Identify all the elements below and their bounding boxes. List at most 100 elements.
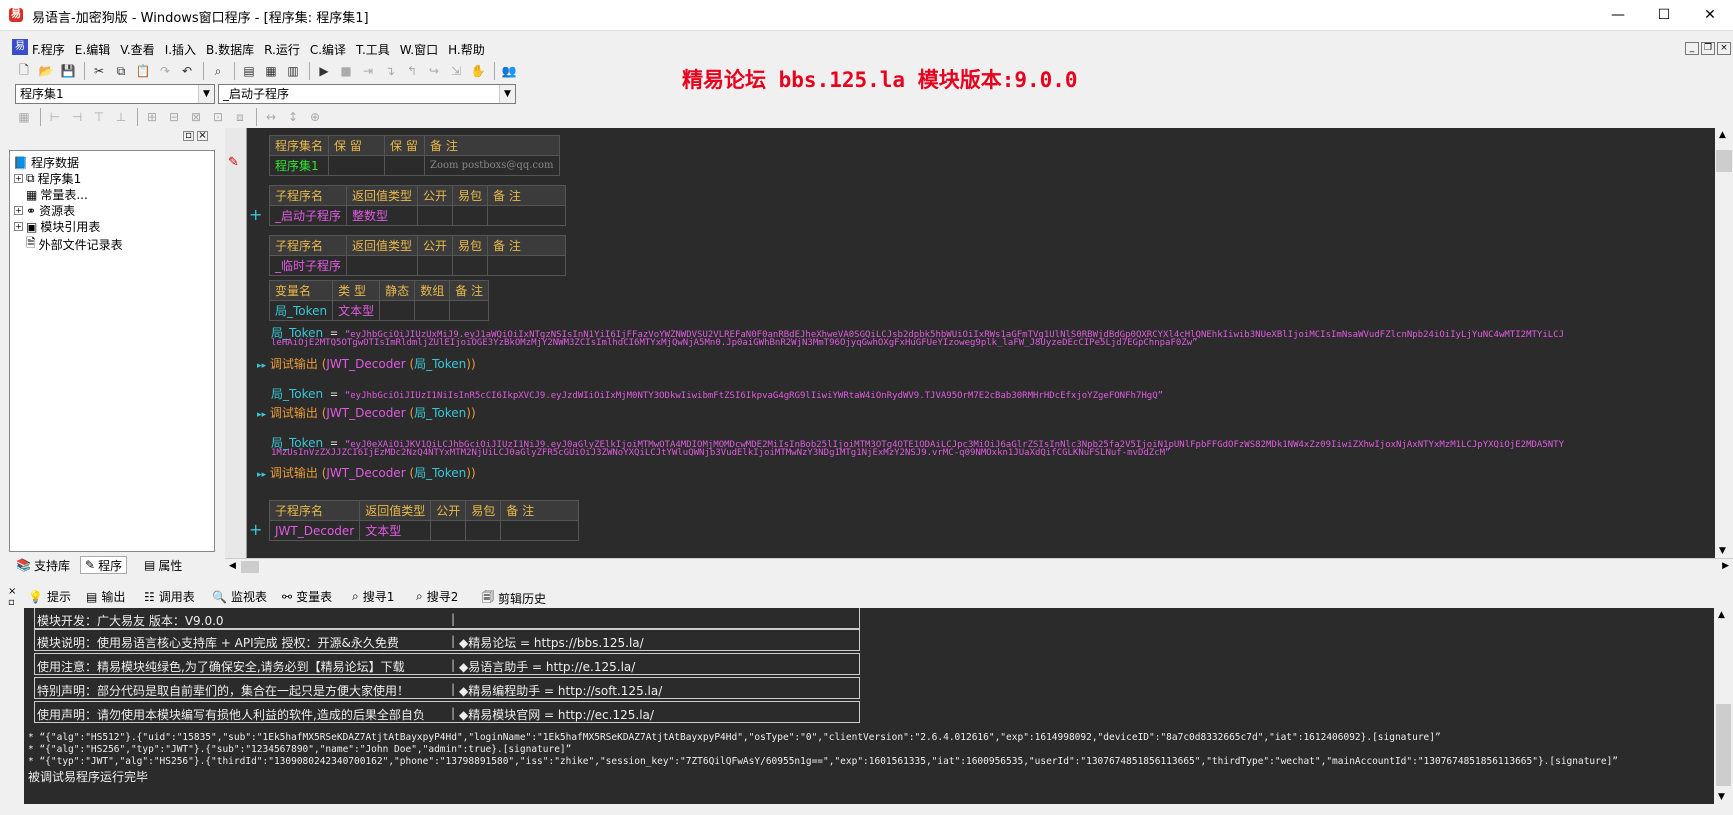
subprogram-select[interactable]: _启动子程序 ▼ <box>218 84 516 104</box>
table-cell[interactable] <box>379 300 416 321</box>
close-icon[interactable]: × <box>8 586 16 597</box>
tab-callstack[interactable]: ☷ 调用表 <box>144 588 195 605</box>
table-cell[interactable] <box>487 205 567 226</box>
table-cell[interactable]: _临时子程序 <box>268 255 348 276</box>
align-top-icon[interactable]: ⊤ <box>89 107 109 127</box>
same-height-icon[interactable]: ⊡ <box>208 107 228 127</box>
scroll-thumb[interactable] <box>1716 150 1732 172</box>
arrow-down-icon[interactable]: ▼ <box>1718 792 1725 802</box>
step-into-icon[interactable]: ↴ <box>380 61 400 81</box>
code-line[interactable]: 局_Token = “eyJhbGciOiJIUzI1NiIsInR5cCI6I… <box>271 385 1163 402</box>
tree-item-external-files[interactable]: 🗎 外部文件记录表 <box>26 234 123 255</box>
align-left-icon[interactable]: ⊢ <box>45 107 65 127</box>
menu-insert[interactable]: I.插入 <box>165 41 196 58</box>
open-folder-icon[interactable]: 📂 <box>36 61 56 81</box>
debug-view-icon[interactable]: 👥 <box>499 61 519 81</box>
arrow-down-icon[interactable]: ▼ <box>1719 546 1726 556</box>
step-icon[interactable]: ⇥ <box>358 61 378 81</box>
output-vertical-scrollbar[interactable]: ▲ ▼ <box>1714 608 1733 804</box>
tab-support-library[interactable]: 📚 支持库 <box>12 556 74 574</box>
menu-program[interactable]: F.程序 <box>32 41 65 58</box>
menu-view[interactable]: V.查看 <box>120 41 154 58</box>
same-width-icon[interactable]: ⊠ <box>186 107 206 127</box>
center-vertical-icon[interactable]: ⊟ <box>164 107 184 127</box>
expand-icon[interactable]: + <box>249 520 262 539</box>
table-cell[interactable] <box>346 255 419 276</box>
debug-output-line[interactable]: ▸▸ 调试输出 (JWT_Decoder (局_Token)) <box>257 355 476 372</box>
close-button[interactable]: ✕ <box>1687 0 1733 31</box>
tab-watch[interactable]: 🔍 监视表 <box>212 588 267 605</box>
arrow-up-icon[interactable]: ▲ <box>1718 610 1725 620</box>
table-cell[interactable] <box>384 155 426 176</box>
run-icon[interactable]: ▶ <box>314 61 334 81</box>
table-cell[interactable] <box>449 300 490 321</box>
expand-icon[interactable]: + <box>14 222 23 231</box>
scroll-thumb[interactable] <box>1716 704 1731 786</box>
table-cell[interactable] <box>452 205 489 226</box>
arrow-right-icon[interactable]: ▶ <box>1722 561 1729 571</box>
program-tree[interactable]: 📘 程序数据 + ⧉ 程序集1 ▦ 常量表... + ⚭ 资源表 + ▣ 模块引… <box>9 150 215 552</box>
menu-window[interactable]: W.窗口 <box>400 41 438 58</box>
menu-compile[interactable]: C.编译 <box>310 41 346 58</box>
stop-icon[interactable]: ■ <box>336 61 356 81</box>
expand-icon[interactable]: + <box>14 174 23 183</box>
close-icon[interactable]: × <box>197 131 208 141</box>
space-vertical-icon[interactable]: ↕ <box>283 107 303 127</box>
menu-tools[interactable]: T.工具 <box>356 41 390 58</box>
table-cell[interactable] <box>417 255 454 276</box>
menu-edit[interactable]: E.编辑 <box>75 41 110 58</box>
menu-run[interactable]: R.运行 <box>264 41 300 58</box>
tree-item-resources[interactable]: + ⚭ 资源表 <box>14 202 75 219</box>
table-cell[interactable]: 文本型 <box>332 300 381 321</box>
paste-icon[interactable]: 📋 <box>133 61 153 81</box>
tree-item-program-data[interactable]: 📘 程序数据 <box>13 154 79 171</box>
mdi-close-button[interactable]: × <box>1717 42 1731 55</box>
editor-horizontal-scrollbar[interactable]: ◀ ▶ <box>225 558 1733 575</box>
table-cell[interactable] <box>430 520 467 541</box>
mdi-minimize-button[interactable]: _ <box>1685 42 1699 55</box>
table-cell[interactable] <box>465 520 502 541</box>
undo-icon[interactable]: ↶ <box>177 61 197 81</box>
tab-variables[interactable]: ⚯ 变量表 <box>282 588 332 605</box>
tree-item-module[interactable]: + ⧉ 程序集1 <box>14 170 81 187</box>
debug-output-line[interactable]: ▸▸ 调试输出 (JWT_Decoder (局_Token)) <box>257 404 476 421</box>
maximize-button[interactable]: ☐ <box>1641 0 1687 31</box>
table-cell[interactable]: _启动子程序 <box>268 205 348 226</box>
tab-clip-history[interactable]: 🗐 剪辑历史 <box>482 588 546 609</box>
minimize-button[interactable]: — <box>1595 0 1641 31</box>
scroll-thumb[interactable] <box>241 561 259 573</box>
menu-database[interactable]: B.数据库 <box>206 41 254 58</box>
tab-search1[interactable]: ⌕ 搜寻1 <box>352 588 394 605</box>
table-cell[interactable] <box>417 205 454 226</box>
find-icon[interactable]: ⌕ <box>208 61 228 81</box>
align-bottom-icon[interactable]: ⊥ <box>111 107 131 127</box>
pin-icon[interactable]: ▫ <box>8 597 15 608</box>
debug-output-line[interactable]: ▸▸ 调试输出 (JWT_Decoder (局_Token)) <box>257 464 476 481</box>
step-out-icon[interactable]: ↰ <box>402 61 422 81</box>
expand-icon[interactable]: + <box>14 206 23 215</box>
copy-icon[interactable]: ⧉ <box>111 61 131 81</box>
run-to-cursor-icon[interactable]: ⇲ <box>446 61 466 81</box>
layout-single-icon[interactable]: ▤ <box>239 61 259 81</box>
menu-help[interactable]: H.帮助 <box>448 41 485 58</box>
code-editor[interactable]: ✎ 程序集名 保 留 保 留 备 注 程序集1 Zoom postboxs@qq… <box>225 128 1715 558</box>
layout-dual-icon[interactable]: ▥ <box>283 61 303 81</box>
table-cell[interactable] <box>500 520 580 541</box>
center-form-icon[interactable]: ⊕ <box>305 107 325 127</box>
tree-item-module-refs[interactable]: + ▣ 模块引用表 <box>14 218 100 235</box>
table-cell[interactable]: 程序集1 <box>268 155 330 176</box>
hand-icon[interactable]: ✋ <box>468 61 488 81</box>
output-panel[interactable]: 模块开发：广大易友 版本：V9.0.0 | 模块说明：使用易语言核心支持库 + … <box>24 608 1714 804</box>
editor-vertical-scrollbar[interactable]: ▲ ▼ <box>1715 128 1733 558</box>
new-file-icon[interactable]: 🗋 <box>14 61 34 81</box>
align-grid-icon[interactable]: ▦ <box>14 107 34 127</box>
tab-search2[interactable]: ⌕ 搜寻2 <box>416 588 458 605</box>
align-right-icon[interactable]: ⊣ <box>67 107 87 127</box>
module-select[interactable]: 程序集1 ▼ <box>15 84 215 104</box>
tree-item-constants[interactable]: ▦ 常量表... <box>26 186 88 203</box>
table-cell[interactable]: JWT_Decoder <box>268 520 361 541</box>
restore-icon[interactable]: ▫ <box>183 131 194 141</box>
tab-tips[interactable]: 💡 提示 <box>28 588 71 605</box>
expand-icon[interactable]: + <box>249 205 262 224</box>
table-cell[interactable] <box>414 300 451 321</box>
